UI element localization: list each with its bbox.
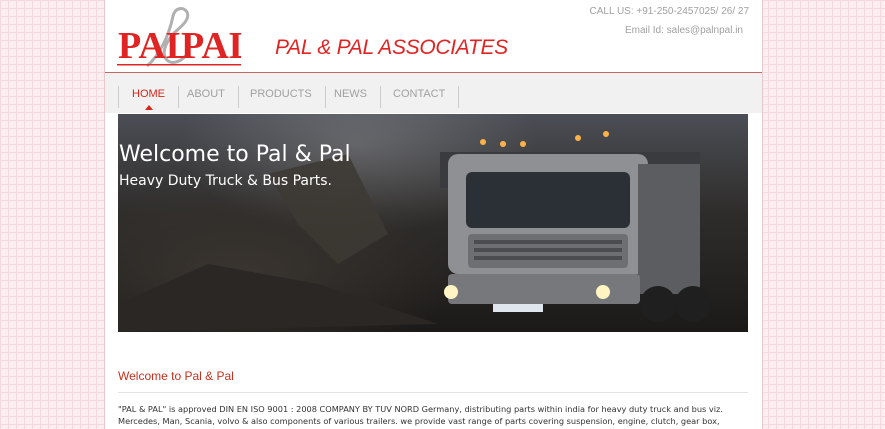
header: PAL PAL PAL & PAL ASSOCIATES CALL US: +9… (105, 0, 762, 72)
site-logo[interactable]: PAL PAL (117, 6, 241, 68)
nav-about[interactable]: ABOUT (174, 86, 239, 108)
nav-contact-label: CONTACT (393, 88, 446, 100)
contact-email[interactable]: Email Id: sales@palnpal.in (625, 25, 743, 36)
active-indicator-icon (144, 105, 153, 110)
intro-paragraph: "PAL & PAL" is approved DIN EN ISO 9001 … (118, 404, 723, 426)
brand-title: PAL & PAL ASSOCIATES (275, 36, 508, 59)
hero-banner: Welcome to Pal & Pal Heavy Duty Truck & … (118, 114, 748, 332)
nav-products[interactable]: PRODUCTS (237, 86, 326, 108)
nav-home-label: HOME (132, 88, 165, 100)
section-heading: Welcome to Pal & Pal (118, 369, 234, 383)
banner-subtitle: Heavy Duty Truck & Bus Parts. (119, 173, 332, 189)
nav-home[interactable]: HOME (118, 86, 179, 110)
nav-about-label: ABOUT (187, 88, 225, 100)
nav-contact[interactable]: CONTACT (380, 86, 460, 108)
page-container: PAL PAL PAL & PAL ASSOCIATES CALL US: +9… (104, 0, 763, 429)
banner-title: Welcome to Pal & Pal (119, 142, 351, 167)
contact-phone: CALL US: +91-250-2457025/ 26/ 27 (589, 6, 749, 17)
nav-news[interactable]: NEWS (321, 86, 381, 108)
nav-news-label: NEWS (334, 88, 367, 100)
nav-products-label: PRODUCTS (250, 88, 312, 100)
section-divider (118, 392, 748, 393)
svg-text:PAL: PAL (181, 25, 241, 67)
main-nav: HOME ABOUT PRODUCTS NEWS CONTACT (105, 73, 762, 113)
